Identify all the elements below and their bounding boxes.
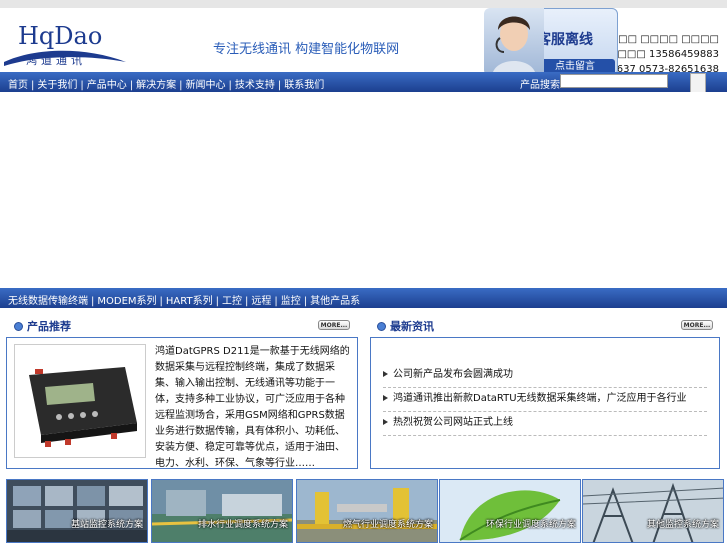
news-item-text: 公司新产品发布会圆满成功: [393, 369, 513, 380]
product-category-items: 无线数据传输终端 | MODEM系列 | HART系列 | 工控 | 远程 | 监控 | 其他产品系: [8, 292, 360, 307]
solution-tile[interactable]: 环保行业调度系统方案: [439, 479, 581, 543]
subnav-separator: |: [91, 296, 95, 307]
banner-area: [0, 92, 727, 288]
news-item-text: 鸿道通讯推出新款DataRTU无线数据采集终端，广泛应用于各行业: [393, 393, 687, 404]
subnav-item[interactable]: 其他产品系: [310, 296, 360, 307]
solution-tile-label: 燃气行业调度系统方案: [342, 520, 433, 530]
section-bullet-icon: [14, 322, 23, 331]
nav-item[interactable]: 产品中心: [87, 80, 127, 91]
subnav-separator: |: [159, 296, 163, 307]
search-input[interactable]: [560, 74, 668, 88]
solutions-strip: 基站监控系统方案 排水行业调度系统方案 燃气行业调度系统方案 环保行业调度系统方…: [6, 479, 724, 545]
subnav-item[interactable]: 无线数据传输终端: [8, 296, 88, 307]
subnav-item[interactable]: 监控: [281, 296, 301, 307]
subnav-item[interactable]: HART系列: [166, 296, 213, 307]
nav-item[interactable]: 首页: [8, 80, 28, 91]
logo-text-cn: 鸿道通讯: [26, 54, 86, 67]
nav-separator: |: [31, 80, 35, 91]
nav-item[interactable]: 新闻中心: [186, 80, 226, 91]
product-description: 鸿道DatGPRS D211是一款基于无线网络的数据采集与远程控制终端，集成了数…: [155, 346, 350, 469]
products-title-text: 产品推荐: [27, 320, 71, 333]
news-item[interactable]: 热烈祝贺公司网站正式上线: [383, 412, 707, 436]
search-label: 产品搜索: [520, 80, 560, 91]
logo-text-en: HqDao: [18, 22, 103, 50]
nav-separator: |: [179, 80, 183, 91]
site-logo[interactable]: HqDao 鸿道通讯: [4, 22, 128, 70]
nav-separator: |: [277, 80, 282, 91]
gas-pipeline-photo-icon: [297, 480, 437, 542]
nav-separator: |: [129, 80, 134, 91]
nav-separator: |: [228, 80, 232, 91]
top-strip: [0, 0, 727, 8]
subnav-separator: |: [215, 296, 219, 307]
nav-separator: |: [80, 80, 84, 91]
rtu-device-icon: [29, 367, 137, 447]
arrow-right-icon: [383, 395, 388, 401]
solution-tile-label: 排水行业调度系统方案: [197, 520, 288, 530]
site-slogan: 专注无线通讯 构建智能化物联网: [213, 42, 400, 57]
section-bullet-icon: [377, 322, 386, 331]
green-leaf-photo-icon: [440, 480, 580, 542]
arrow-right-icon: [383, 419, 388, 425]
news-item[interactable]: 公司新产品发布会圆满成功: [383, 364, 707, 388]
water-plant-photo-icon: [152, 480, 292, 542]
main-nav-items: 首页 | 关于我们 | 产品中心 | 解决方案 | 新闻中心 | 技术支持 | 联系我们: [8, 76, 324, 91]
subnav-item[interactable]: 工控: [222, 296, 242, 307]
nav-item[interactable]: 关于我们: [37, 80, 77, 91]
agent-avatar: [484, 8, 544, 76]
nav-item[interactable]: 解决方案: [136, 80, 176, 91]
news-more-button[interactable]: MORE...: [681, 320, 713, 330]
news-item[interactable]: 鸿道通讯推出新款DataRTU无线数据采集终端，广泛应用于各行业: [383, 388, 707, 412]
news-title-text: 最新资讯: [390, 320, 434, 333]
power-substation-photo-icon: [583, 480, 723, 542]
nav-item[interactable]: 联系我们: [284, 80, 324, 91]
main-nav: 首页 | 关于我们 | 产品中心 | 解决方案 | 新闻中心 | 技术支持 | 联系我们 产品搜索: [0, 72, 727, 95]
monitor-wall-photo-icon: [7, 480, 147, 542]
solution-tile[interactable]: 其他监控系统方案: [582, 479, 724, 543]
news-item-text: 热烈祝贺公司网站正式上线: [393, 417, 513, 428]
news-section-title: 最新资讯: [377, 318, 434, 334]
arrow-right-icon: [383, 371, 388, 377]
subnav-separator: |: [244, 296, 249, 307]
customer-service-status: 客服离线: [537, 32, 593, 48]
solution-tile-label: 其他监控系统方案: [646, 520, 719, 530]
news-panel: 公司新产品发布会圆满成功鸿道通讯推出新款DataRTU无线数据采集终端，广泛应用…: [370, 337, 720, 469]
product-image[interactable]: [14, 344, 146, 458]
nav-item[interactable]: 技术支持: [235, 80, 275, 91]
subnav-separator: |: [303, 296, 308, 307]
solution-tile-label: 基站监控系统方案: [70, 520, 143, 530]
customer-service-badge[interactable]: 客服离线 点击留言: [484, 8, 618, 76]
subnav-separator: |: [274, 296, 278, 307]
subnav-item[interactable]: 远程: [251, 296, 271, 307]
subnav-item[interactable]: MODEM系列: [97, 296, 156, 307]
products-section-title: 产品推荐: [14, 318, 71, 334]
product-category-nav: 无线数据传输终端 | MODEM系列 | HART系列 | 工控 | 远程 | 监控 | 其他产品系: [0, 288, 727, 308]
products-more-button[interactable]: MORE...: [318, 320, 350, 330]
solution-tile[interactable]: 燃气行业调度系统方案: [296, 479, 438, 543]
solution-tile[interactable]: 排水行业调度系统方案: [151, 479, 293, 543]
agent-photo-icon: [492, 16, 536, 76]
solution-tile-label: 环保行业调度系统方案: [485, 520, 576, 530]
news-list: 公司新产品发布会圆满成功鸿道通讯推出新款DataRTU无线数据采集终端，广泛应用…: [383, 364, 707, 436]
products-panel: 鸿道DatGPRS D211是一款基于无线网络的数据采集与远程控制终端，集成了数…: [6, 337, 358, 469]
solution-tile[interactable]: 基站监控系统方案: [6, 479, 148, 543]
